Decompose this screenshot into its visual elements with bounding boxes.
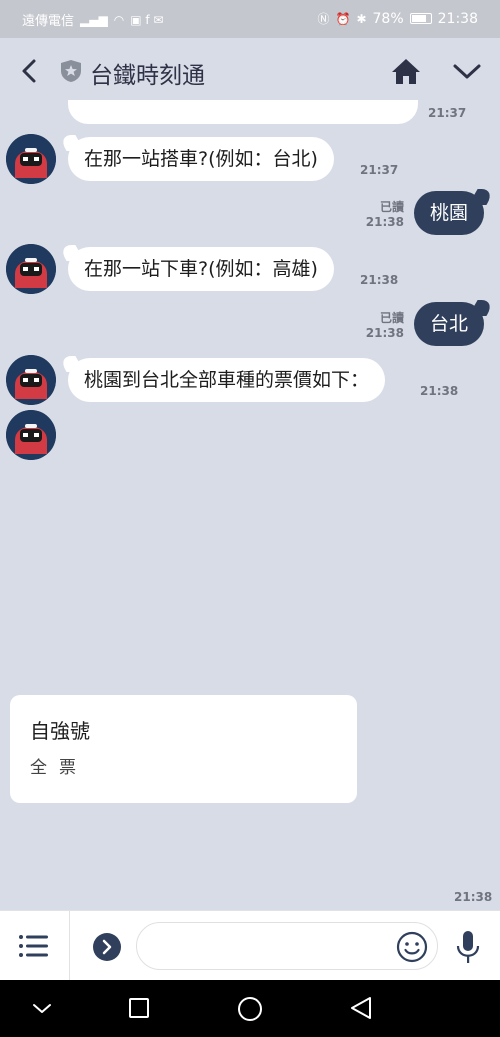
- chat-header: 台鐵時刻通: [0, 38, 500, 104]
- message-time: 21:38: [454, 890, 493, 904]
- battery-percent: 78%: [372, 10, 404, 27]
- bluetooth-icon: ✱: [356, 11, 367, 26]
- bot-avatar[interactable]: [6, 134, 56, 184]
- expand-arrow-icon[interactable]: [93, 933, 121, 961]
- read-receipt: 已讀 21:38: [366, 200, 404, 230]
- microphone-icon[interactable]: [455, 929, 481, 965]
- read-label: 已讀: [379, 311, 404, 325]
- signal-icon: ▂▄▆: [80, 12, 108, 27]
- status-bar: 遠傳電信 ▂▄▆ ◠ ▣ f ✉ Ⓝ ⏰ ✱ 78% 21:38: [0, 0, 500, 38]
- bot-message-bubble[interactable]: 在那一站搭車?(例如：台北): [68, 137, 334, 181]
- previous-message-bubble: [68, 100, 418, 124]
- read-label: 已讀: [379, 200, 404, 214]
- home-icon[interactable]: [390, 56, 422, 86]
- message-time: 21:38: [365, 326, 404, 340]
- menu-icon[interactable]: [18, 933, 50, 959]
- message-time: 21:37: [360, 163, 399, 177]
- system-nav-bar: [0, 980, 500, 1037]
- nfc-icon: Ⓝ: [317, 12, 330, 26]
- bot-avatar[interactable]: [6, 410, 56, 460]
- carrier-label: 遠傳電信: [22, 14, 75, 29]
- robot-avatar-icon: [6, 355, 56, 405]
- user-message-bubble[interactable]: 台北: [414, 302, 484, 346]
- bot-message-bubble[interactable]: 在那一站下車?(例如：高雄): [68, 247, 334, 291]
- chevron-down-icon[interactable]: [450, 58, 484, 84]
- home-nav-icon[interactable]: [238, 997, 262, 1021]
- bot-avatar[interactable]: [6, 355, 56, 405]
- message-input[interactable]: [136, 922, 438, 970]
- shield-star-icon: [61, 60, 81, 82]
- clock: 21:38: [437, 10, 478, 27]
- message-time: 21:38: [360, 273, 399, 287]
- nav-collapse-icon[interactable]: [30, 996, 54, 1020]
- read-receipt: 已讀 21:38: [366, 311, 404, 341]
- alarm-icon: ⏰: [335, 11, 351, 26]
- back-nav-icon[interactable]: [348, 995, 374, 1021]
- robot-avatar-icon: [6, 244, 56, 294]
- fare-card[interactable]: 自強號 全票: [10, 695, 357, 803]
- message-time: 21:38: [420, 384, 459, 398]
- card-ticket-type: 全票: [30, 758, 88, 778]
- back-icon[interactable]: [14, 54, 44, 88]
- bot-message-bubble[interactable]: 桃園到台北全部車種的票價如下：: [68, 358, 386, 402]
- message-time: 21:37: [428, 106, 467, 120]
- bot-avatar[interactable]: [6, 244, 56, 294]
- notification-icons: ▣ f ✉: [130, 12, 164, 27]
- card-train-type: 自強號: [30, 719, 90, 743]
- user-message-bubble[interactable]: 桃園: [414, 191, 484, 235]
- message-time: 21:38: [365, 215, 404, 229]
- emoji-icon[interactable]: [396, 931, 428, 963]
- chat-title: 台鐵時刻通: [90, 63, 205, 89]
- battery-icon: [409, 13, 432, 24]
- robot-avatar-icon: [6, 410, 56, 460]
- robot-avatar-icon: [6, 134, 56, 184]
- divider: [69, 911, 70, 981]
- recents-icon[interactable]: [129, 998, 149, 1018]
- wifi-icon: ◠: [113, 12, 125, 27]
- input-bar: [0, 910, 500, 981]
